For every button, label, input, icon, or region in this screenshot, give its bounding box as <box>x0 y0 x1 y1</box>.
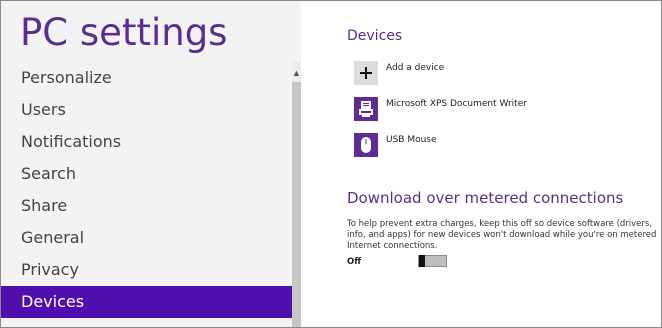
device-item-usb-mouse[interactable]: USB Mouse <box>354 133 534 165</box>
printer-document-icon <box>354 97 378 121</box>
mouse-icon <box>354 133 378 157</box>
nav-item-devices[interactable]: Devices <box>1 286 292 318</box>
add-device-item[interactable]: Add a device <box>354 61 534 93</box>
usb-mouse-label: USB Mouse <box>386 135 437 145</box>
toggle-knob[interactable] <box>419 255 425 267</box>
scrollbar-thumb[interactable] <box>292 82 301 327</box>
devices-heading: Devices <box>347 28 403 44</box>
metered-download-toggle[interactable] <box>418 255 447 267</box>
toggle-state-label: Off <box>347 257 362 267</box>
devices-panel: Devices Add a device Microsoft XPS Docum… <box>301 1 661 327</box>
nav-item-search[interactable]: Search <box>1 158 292 190</box>
xps-writer-label: Microsoft XPS Document Writer <box>386 99 527 109</box>
device-item-xps-writer[interactable]: Microsoft XPS Document Writer <box>354 97 594 129</box>
nav-item-general[interactable]: General <box>1 222 292 254</box>
metered-heading: Download over metered connections <box>347 189 624 207</box>
nav-item-users[interactable]: Users <box>1 94 292 126</box>
nav-item-personalize[interactable]: Personalize <box>1 62 292 94</box>
nav-item-share[interactable]: Share <box>1 190 292 222</box>
page-title: PC settings <box>20 11 228 54</box>
settings-nav: Personalize Users Notifications Search S… <box>1 62 292 318</box>
pc-settings-window: PC settings Personalize Users Notificati… <box>0 0 662 328</box>
nav-item-privacy[interactable]: Privacy <box>1 254 292 286</box>
metered-description: To help prevent extra charges, keep this… <box>347 219 657 251</box>
nav-item-notifications[interactable]: Notifications <box>1 126 292 158</box>
scroll-up-arrow-icon[interactable]: ▲ <box>292 68 301 78</box>
settings-sidebar: PC settings Personalize Users Notificati… <box>1 1 301 327</box>
plus-icon <box>354 61 378 85</box>
add-device-label: Add a device <box>386 63 445 73</box>
sidebar-scrollbar[interactable]: ▲ <box>292 62 301 327</box>
